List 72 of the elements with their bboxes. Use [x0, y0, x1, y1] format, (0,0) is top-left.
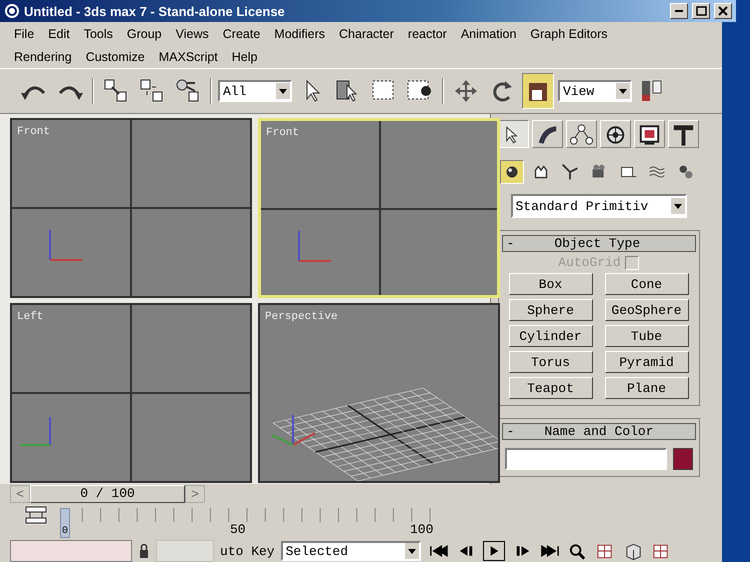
caret-icon: [619, 88, 627, 94]
menu-item[interactable]: MAXScript: [158, 50, 218, 64]
axis-tripod-icon: [20, 417, 51, 446]
lock-icon: [138, 543, 150, 559]
object-button[interactable]: Cone: [604, 273, 688, 295]
menu-item[interactable]: Tools: [84, 26, 113, 40]
frame-number: 50: [230, 522, 246, 537]
previous-frame-button[interactable]: <: [10, 485, 30, 503]
object-button[interactable]: Torus: [508, 351, 592, 373]
menu-item[interactable]: Edit: [48, 26, 70, 40]
dropdown[interactable]: All: [218, 80, 292, 102]
next-frame-button[interactable]: >: [185, 485, 205, 503]
axis-tripod-icon: [272, 415, 316, 446]
object-button[interactable]: GeoSphere: [604, 299, 688, 321]
axis-tripod-icon: [49, 230, 82, 261]
skip-start-icon: [428, 542, 448, 560]
object-button[interactable]: Pyramid: [604, 351, 688, 373]
collapse-sign: -: [506, 424, 514, 439]
key-curve-icon: [24, 504, 48, 526]
menu-item[interactable]: Help: [232, 50, 258, 64]
menu-item[interactable]: Character: [339, 26, 394, 40]
menu-item[interactable]: Views: [176, 26, 209, 40]
rollout-header[interactable]: - Name and Color: [502, 423, 696, 440]
coordinate-field[interactable]: [156, 540, 214, 562]
caret-icon: [408, 548, 416, 554]
object-button[interactable]: Tube: [604, 325, 688, 347]
close-button[interactable]: [714, 3, 732, 19]
object-button[interactable]: Box: [508, 273, 592, 295]
skip-end-icon: [540, 542, 560, 560]
playback-button[interactable]: [482, 541, 505, 561]
auto-key-button[interactable]: uto Key: [220, 544, 275, 558]
object-button[interactable]: Teapot: [508, 377, 592, 399]
panel-tab[interactable]: [498, 120, 529, 148]
color-swatch[interactable]: [672, 448, 692, 470]
axis-tripod-icon: [298, 231, 331, 262]
time-slider-thumb[interactable]: 0 / 100: [30, 485, 185, 503]
track-bar[interactable]: 0 50 100: [60, 504, 490, 538]
menu-item[interactable]: Graph Editors: [530, 26, 608, 40]
toolbar-button[interactable]: [522, 73, 554, 109]
collapse-sign: -: [506, 236, 514, 251]
frame-marker[interactable]: 0: [60, 508, 70, 538]
caret-icon: [279, 88, 287, 94]
rollout-title: Name and Color: [544, 424, 654, 439]
menu-item[interactable]: reactor: [408, 26, 447, 40]
checkbox-label: AutoGrid: [558, 255, 621, 270]
object-button[interactable]: Plane: [604, 377, 688, 399]
rollout-title: Object Type: [554, 236, 640, 251]
menu-item[interactable]: Animation: [460, 26, 516, 40]
maximize-icon: [696, 6, 706, 16]
minimize-button[interactable]: [670, 3, 688, 19]
menu-item[interactable]: Modifiers: [274, 26, 326, 40]
rollout-header[interactable]: - Object Type: [502, 235, 696, 252]
window-title: Untitled - 3ds max 7 - Stand-alone License: [24, 4, 286, 18]
name-field[interactable]: [504, 448, 666, 470]
app-logo-icon: [4, 3, 20, 19]
object-button[interactable]: Cylinder: [508, 325, 592, 347]
maximize-button[interactable]: [692, 3, 710, 19]
category-button[interactable]: [500, 160, 524, 184]
magnifier-icon: [568, 542, 588, 560]
dropdown[interactable]: Standard Primitiv: [510, 194, 686, 218]
menu-item[interactable]: Customize: [86, 50, 145, 64]
caret-icon: [674, 204, 682, 208]
menu-item[interactable]: Rendering: [14, 50, 72, 64]
menu-item[interactable]: Create: [222, 26, 260, 40]
minimize-icon: [675, 10, 683, 12]
object-button[interactable]: Sphere: [508, 299, 592, 321]
menu-item[interactable]: File: [14, 26, 34, 40]
close-icon: [718, 6, 728, 16]
menu-item[interactable]: Group: [126, 26, 162, 40]
dropdown[interactable]: View: [558, 80, 632, 102]
frame-number: 100: [410, 522, 434, 537]
key-filter-dropdown[interactable]: Selected: [280, 541, 421, 561]
